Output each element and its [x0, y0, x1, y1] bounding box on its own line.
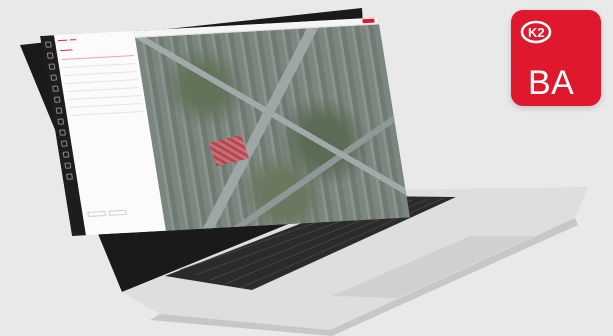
panel-field[interactable]: [61, 52, 134, 61]
panel-field[interactable]: [67, 92, 141, 101]
list-icon[interactable]: [59, 129, 66, 136]
chat-icon[interactable]: [64, 162, 72, 169]
user-icon[interactable]: [62, 151, 70, 158]
ruler-icon[interactable]: [50, 74, 58, 81]
laptop-screen: ▬▬▬ ▬▬ ▬▬▬▬: [40, 17, 410, 236]
panel-field[interactable]: [63, 68, 137, 77]
app-badge: K2 BA: [511, 10, 601, 106]
panel-field[interactable]: [70, 108, 143, 117]
tools-icon[interactable]: [60, 140, 68, 147]
panel-buttons: [87, 209, 128, 217]
panel-tab-1[interactable]: ▬▬▬: [57, 38, 67, 42]
help-icon[interactable]: [57, 118, 65, 125]
svg-text:K2: K2: [528, 25, 545, 40]
k2-logo-icon: K2: [520, 19, 554, 45]
aerial-map[interactable]: [134, 17, 410, 231]
panel-field[interactable]: [65, 76, 138, 85]
app-code: BA: [528, 64, 575, 102]
grid-icon[interactable]: [44, 41, 52, 48]
settings-icon[interactable]: [53, 96, 61, 103]
measure-icon[interactable]: [52, 85, 59, 92]
layers-icon[interactable]: [46, 52, 54, 59]
highlighted-parcel[interactable]: [208, 135, 250, 167]
panel-field[interactable]: [69, 100, 142, 109]
panel-field[interactable]: [66, 84, 140, 93]
panel-title: ▬▬▬▬: [60, 47, 73, 53]
brand-logo: [362, 18, 375, 24]
panel-tab-2[interactable]: ▬▬: [69, 37, 76, 41]
panel-primary-button[interactable]: [108, 209, 128, 216]
pin-icon[interactable]: [48, 63, 56, 70]
info-icon[interactable]: [55, 107, 63, 114]
panel-field[interactable]: [62, 60, 136, 69]
product-photo: ▬▬▬ ▬▬ ▬▬▬▬ K2 BA: [0, 0, 613, 336]
share-icon[interactable]: [66, 173, 74, 180]
panel-secondary-button[interactable]: [87, 210, 107, 217]
